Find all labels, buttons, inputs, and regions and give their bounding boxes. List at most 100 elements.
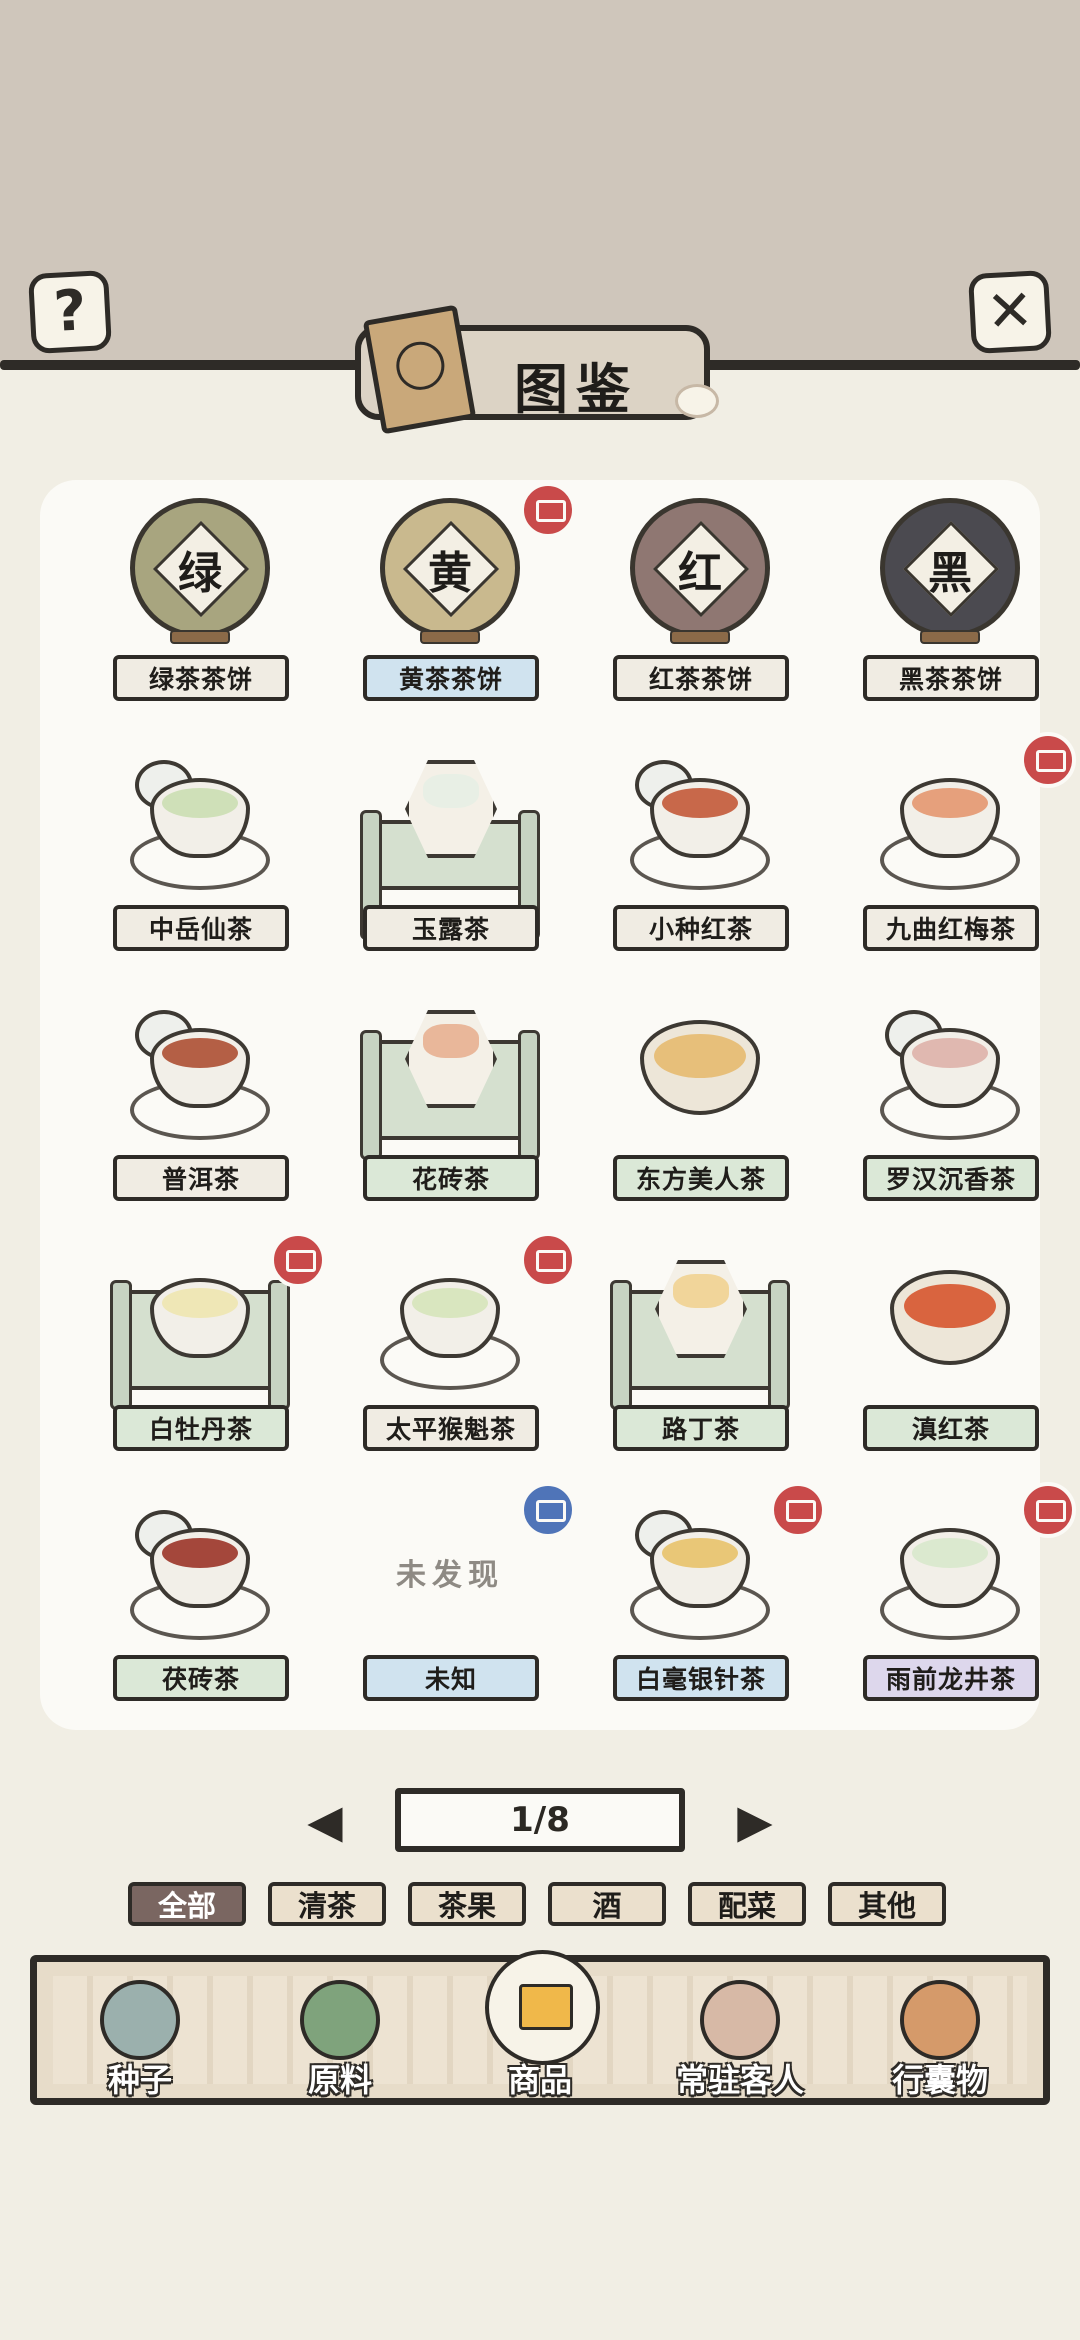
item-name-label: 路丁茶 (613, 1405, 789, 1451)
item-name-label: 九曲红梅茶 (863, 905, 1039, 951)
item-name-label: 白牡丹茶 (113, 1405, 289, 1451)
collection-item[interactable]: 黑黑茶茶饼 (825, 480, 1075, 730)
red-seal-icon (770, 1482, 826, 1538)
tea-liquid (162, 1538, 238, 1568)
left-arrow-icon[interactable]: ◀ (270, 1793, 380, 1849)
close-icon: ✕ (984, 277, 1036, 346)
collection-item[interactable]: 茯砖茶 (75, 1480, 325, 1730)
tea-liquid (912, 1038, 988, 1068)
item-name-label: 红茶茶饼 (613, 655, 789, 701)
cake-glyph: 绿 (178, 548, 222, 599)
collection-item[interactable]: 未发现 未知 (325, 1480, 576, 1730)
tea-bowl-icon (890, 1270, 1010, 1365)
item-name-label: 普洱茶 (113, 1155, 289, 1201)
collection-item[interactable]: 白毫银针茶 (575, 1480, 826, 1730)
collection-item[interactable]: 白牡丹茶 (75, 1230, 326, 1480)
collection-item[interactable]: 太平猴魁茶 (325, 1230, 576, 1480)
flower-icon (675, 384, 719, 418)
item-name-label: 绿茶茶饼 (113, 655, 289, 701)
page-number: 1/8 (510, 1800, 570, 1840)
right-arrow-icon[interactable]: ▶ (700, 1793, 810, 1849)
tea-liquid (162, 1038, 238, 1068)
tea-liquid (654, 1034, 746, 1078)
tea-liquid (412, 1288, 488, 1318)
filter-tab[interactable]: 其他 (828, 1882, 946, 1926)
page-title: 图鉴 (514, 358, 638, 421)
category-filter-tabs: 全部 清茶 茶果酒配菜 其他 (128, 1882, 958, 1928)
tea-liquid (423, 774, 479, 808)
collection-item[interactable]: 黄黄茶茶饼 (325, 480, 576, 730)
cake-glyph: 红 (678, 548, 722, 599)
nav-item[interactable]: 原料 (245, 1965, 435, 2105)
cake-stand (670, 630, 730, 644)
cake-glyph: 黄 (428, 548, 472, 599)
goods-box-icon (485, 1950, 600, 2065)
cake-stand (170, 630, 230, 644)
tea-cake-icon: 绿 (130, 498, 270, 638)
item-name-label: 黑茶茶饼 (863, 655, 1039, 701)
tea-cake-icon: 红 (630, 498, 770, 638)
item-name-label: 滇红茶 (863, 1405, 1039, 1451)
collection-item[interactable]: 红红茶茶饼 (575, 480, 825, 730)
tea-liquid (662, 788, 738, 818)
item-name-label: 小种红茶 (613, 905, 789, 951)
tea-leaf-icon (300, 1980, 380, 2060)
filter-tab[interactable]: 茶果 (408, 1882, 526, 1926)
question-mark-icon: ? (52, 278, 88, 345)
collection-item[interactable]: 中岳仙茶 (75, 730, 325, 980)
tea-cake-icon: 黄 (380, 498, 520, 638)
nav-item[interactable]: 常驻客人 (645, 1965, 835, 2105)
filter-tab[interactable]: 清茶 (268, 1882, 386, 1926)
seed-jar-icon (100, 1980, 180, 2060)
filter-tab[interactable]: 配菜 (688, 1882, 806, 1926)
bag-clothes-icon (900, 1980, 980, 2060)
guest-girl-icon (700, 1980, 780, 2060)
blue-seal-icon (520, 1482, 576, 1538)
collection-item[interactable]: 九曲红梅茶 (825, 730, 1076, 980)
red-seal-icon (520, 482, 576, 538)
collection-item[interactable]: 路丁茶 (575, 1230, 825, 1480)
tea-liquid (912, 1538, 988, 1568)
tea-liquid (423, 1024, 479, 1058)
top-backdrop (0, 0, 1080, 365)
item-name-label: 黄茶茶饼 (363, 655, 539, 701)
item-name-label: 未知 (363, 1655, 539, 1701)
tea-liquid (662, 1538, 738, 1568)
nav-item[interactable]: 行囊物 (845, 1965, 1035, 2105)
cake-stand (420, 630, 480, 644)
red-seal-icon (1020, 1482, 1076, 1538)
filter-tab[interactable]: 酒 (548, 1882, 666, 1926)
undiscovered-text: 未发现 (396, 1558, 504, 1593)
collection-item[interactable]: 罗汉沉香茶 (825, 980, 1075, 1230)
book-icon (362, 304, 477, 435)
collection-item[interactable]: 滇红茶 (825, 1230, 1075, 1480)
collection-item[interactable]: 玉露茶 (325, 730, 575, 980)
cake-stand (920, 630, 980, 644)
tea-liquid (904, 1284, 996, 1328)
nav-item-label: 行囊物 (891, 2061, 988, 2099)
item-name-label: 太平猴魁茶 (363, 1405, 539, 1451)
collection-item[interactable]: 花砖茶 (325, 980, 575, 1230)
collection-item[interactable]: 小种红茶 (575, 730, 825, 980)
collection-item[interactable]: 雨前龙井茶 (825, 1480, 1076, 1730)
nav-item[interactable]: 种子 (45, 1965, 235, 2105)
item-name-label: 花砖茶 (363, 1155, 539, 1201)
item-name-label: 罗汉沉香茶 (863, 1155, 1039, 1201)
cake-glyph: 黑 (928, 548, 972, 599)
item-name-label: 东方美人茶 (613, 1155, 789, 1201)
close-button[interactable]: ✕ (967, 269, 1053, 355)
help-button[interactable]: ? (27, 269, 113, 355)
collection-item[interactable]: 绿绿茶茶饼 (75, 480, 325, 730)
nav-item[interactable]: 商品 (445, 1950, 635, 2105)
red-seal-icon (520, 1232, 576, 1288)
collection-grid: 绿绿茶茶饼黄黄茶茶饼红红茶茶饼黑黑茶茶饼 中岳仙茶 玉露茶 小种红茶 九曲红梅茶 普洱茶花… (75, 480, 1076, 1730)
filter-tab[interactable]: 全部 (128, 1882, 246, 1926)
tea-liquid (162, 1288, 238, 1318)
nav-item-label: 原料 (307, 2061, 372, 2099)
nav-item-label: 种子 (107, 2061, 172, 2099)
page-indicator: 1/8 (395, 1788, 685, 1852)
nav-item-label: 常驻客人 (675, 2061, 804, 2099)
collection-item[interactable]: 普洱茶 (75, 980, 325, 1230)
collection-item[interactable]: 东方美人茶 (575, 980, 825, 1230)
tea-liquid (162, 788, 238, 818)
